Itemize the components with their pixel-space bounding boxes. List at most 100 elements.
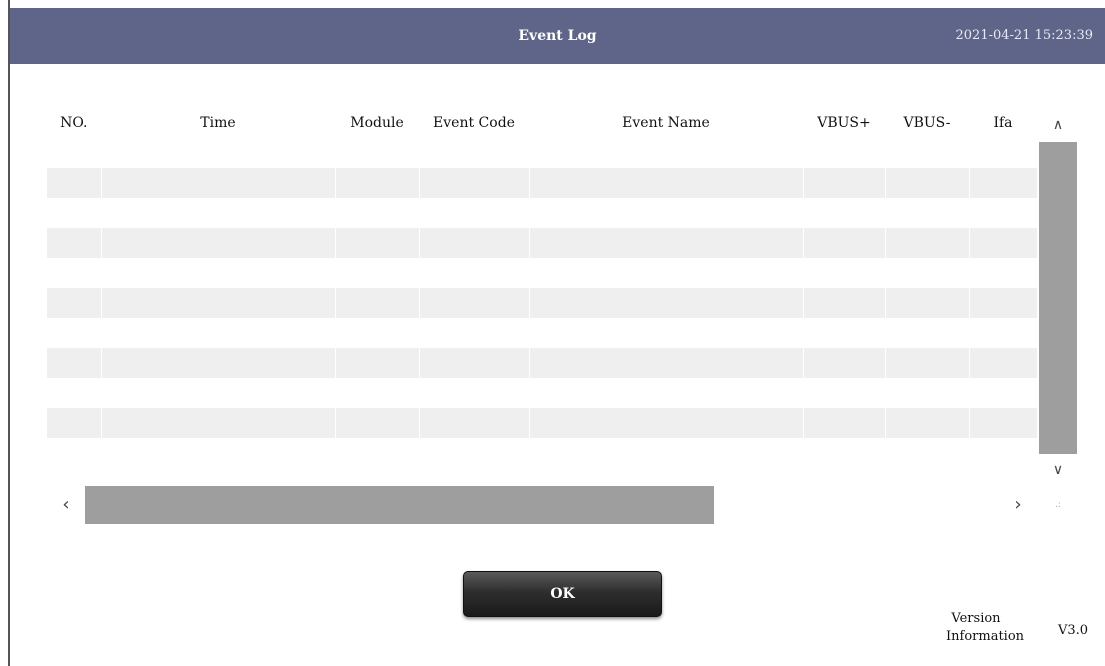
table-cell <box>803 408 886 438</box>
table-cell <box>101 408 336 438</box>
page-title: Event Log <box>518 28 597 44</box>
table-cell <box>47 288 102 318</box>
table-cell <box>969 348 1037 378</box>
table-cell <box>335 288 420 318</box>
scroll-up-icon[interactable]: ∧ <box>1039 108 1077 142</box>
table-cell <box>101 258 336 288</box>
table-row[interactable] <box>47 288 1037 318</box>
table-row[interactable] <box>47 258 1037 288</box>
scroll-right-icon[interactable]: › <box>999 486 1037 524</box>
table-cell <box>529 438 804 468</box>
table-cell <box>969 408 1037 438</box>
table-cell <box>101 288 336 318</box>
table-row[interactable] <box>47 318 1037 348</box>
table-cell <box>419 288 530 318</box>
table-cell <box>47 378 102 408</box>
table-cell <box>885 168 970 198</box>
vertical-scrollbar[interactable]: ∧ ∨ <box>1039 108 1077 486</box>
column-header-event-name[interactable]: Event Name <box>529 108 804 138</box>
table-cell <box>885 288 970 318</box>
scroll-left-icon[interactable]: ‹ <box>47 486 85 524</box>
column-header-no[interactable]: NO. <box>47 108 102 138</box>
table-cell <box>419 198 530 228</box>
table-header-row: NO. Time Module Event Code Event Name VB… <box>47 108 1037 138</box>
table-cell <box>803 228 886 258</box>
horizontal-scrollbar[interactable]: ‹ › <box>47 486 1037 524</box>
table-cell <box>529 318 804 348</box>
table-cell <box>101 378 336 408</box>
version-info-label: Version Information <box>946 610 1024 646</box>
table-cell <box>803 378 886 408</box>
table-cell <box>529 348 804 378</box>
table-cell <box>969 168 1037 198</box>
table-cell <box>419 168 530 198</box>
table-cell <box>803 138 886 168</box>
table-row[interactable] <box>47 138 1037 168</box>
table-cell <box>885 438 970 468</box>
table-cell <box>969 258 1037 288</box>
table-cell <box>803 318 886 348</box>
ok-button[interactable]: OK <box>463 571 662 617</box>
column-header-vbus-minus[interactable]: VBUS- <box>885 108 970 138</box>
column-header-module[interactable]: Module <box>335 108 420 138</box>
table-cell <box>803 348 886 378</box>
table-cell <box>47 348 102 378</box>
table-row[interactable] <box>47 228 1037 258</box>
table-cell <box>47 228 102 258</box>
table-cell <box>969 138 1037 168</box>
table-row[interactable] <box>47 168 1037 198</box>
table-cell <box>529 408 804 438</box>
table-cell <box>529 138 804 168</box>
table-cell <box>47 168 102 198</box>
table-body <box>47 138 1037 468</box>
table-cell <box>47 318 102 348</box>
column-header-vbus-plus[interactable]: VBUS+ <box>803 108 886 138</box>
table-cell <box>529 198 804 228</box>
table-cell <box>419 318 530 348</box>
column-header-ifa[interactable]: Ifa <box>969 108 1037 138</box>
version-label-line1: Version <box>951 611 1001 626</box>
table-cell <box>101 318 336 348</box>
table-cell <box>101 138 336 168</box>
table-cell <box>335 258 420 288</box>
table-row[interactable] <box>47 408 1037 438</box>
table-cell <box>419 228 530 258</box>
table-cell <box>335 348 420 378</box>
table-cell <box>335 138 420 168</box>
event-log-table[interactable]: NO. Time Module Event Code Event Name VB… <box>47 108 1037 486</box>
table-cell <box>335 318 420 348</box>
column-header-event-code[interactable]: Event Code <box>419 108 530 138</box>
table-cell <box>885 228 970 258</box>
table-cell <box>803 258 886 288</box>
table-cell <box>335 168 420 198</box>
table-cell <box>335 438 420 468</box>
table-cell <box>529 258 804 288</box>
table-cell <box>419 378 530 408</box>
table-cell <box>529 288 804 318</box>
table-cell <box>969 228 1037 258</box>
horizontal-scroll-thumb[interactable] <box>85 486 714 524</box>
column-header-time[interactable]: Time <box>101 108 336 138</box>
table-cell <box>969 318 1037 348</box>
table-cell <box>419 408 530 438</box>
table-row[interactable] <box>47 348 1037 378</box>
table-row[interactable] <box>47 438 1037 468</box>
table-cell <box>969 378 1037 408</box>
table-cell <box>419 438 530 468</box>
table-cell <box>101 168 336 198</box>
size-grip-icon[interactable]: .: <box>1039 486 1077 524</box>
table-cell <box>529 378 804 408</box>
vertical-scroll-thumb[interactable] <box>1039 142 1077 454</box>
table-cell <box>101 438 336 468</box>
table-cell <box>885 408 970 438</box>
table-cell <box>969 438 1037 468</box>
scroll-down-icon[interactable]: ∨ <box>1039 454 1077 486</box>
table-cell <box>335 408 420 438</box>
table-cell <box>885 138 970 168</box>
table-cell <box>803 438 886 468</box>
table-cell <box>47 198 102 228</box>
table-row[interactable] <box>47 378 1037 408</box>
table-cell <box>335 228 420 258</box>
table-cell <box>529 228 804 258</box>
table-row[interactable] <box>47 198 1037 228</box>
